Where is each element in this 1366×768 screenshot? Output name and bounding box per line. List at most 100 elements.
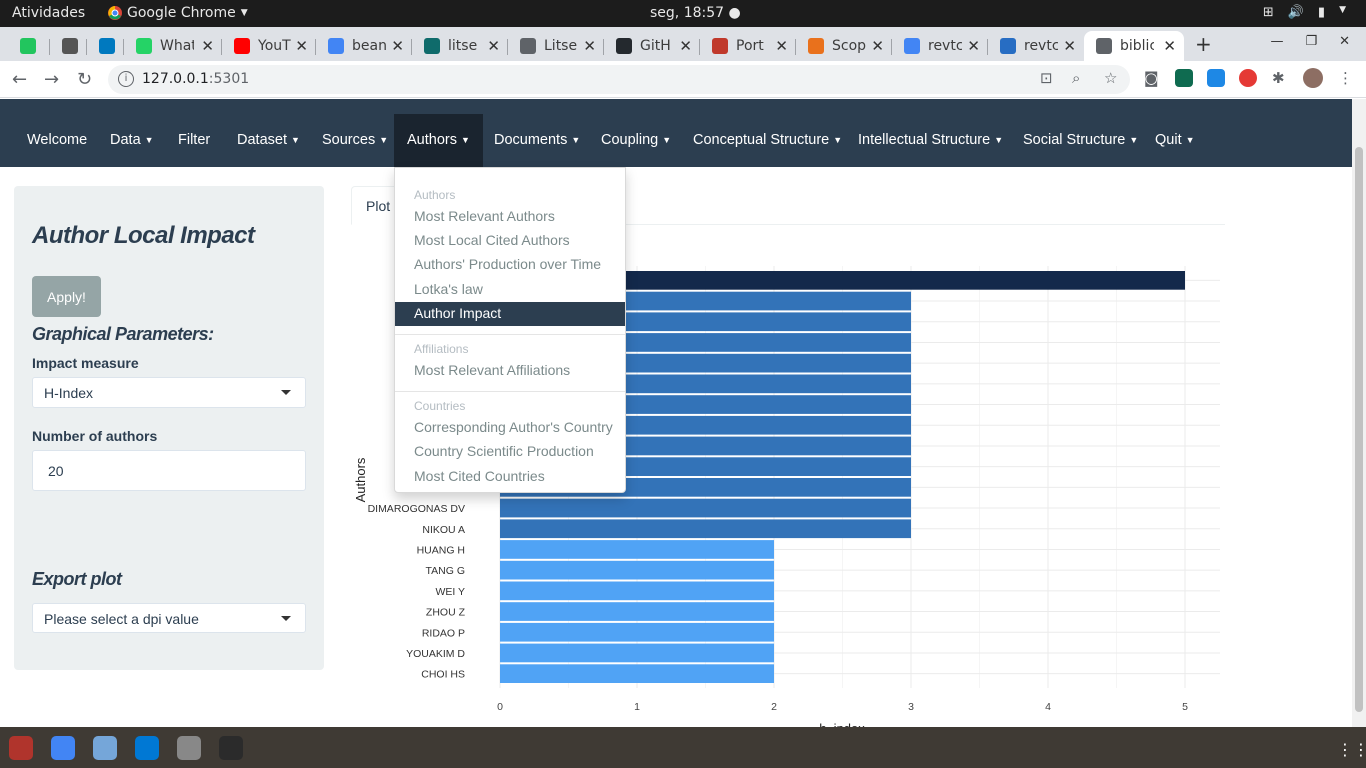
extension-stop-icon[interactable]: [1239, 69, 1257, 87]
app-menu[interactable]: Google Chrome ▼: [108, 5, 248, 21]
nav-dataset[interactable]: Dataset ▼: [237, 114, 300, 167]
menu-item[interactable]: Corresponding Author's Country: [395, 416, 625, 440]
nav-label: Coupling: [601, 132, 659, 148]
green-app-icon: [20, 38, 36, 54]
nav-label: Data: [110, 132, 141, 148]
close-tab-icon[interactable]: ✕: [295, 37, 308, 55]
browser-tab[interactable]: [50, 31, 87, 61]
terminal-icon[interactable]: [219, 736, 243, 760]
impact-measure-select[interactable]: H-Index: [32, 377, 306, 408]
forward-icon[interactable]: →: [44, 69, 59, 90]
menu-item[interactable]: Authors' Production over Time: [395, 253, 625, 277]
info-icon[interactable]: i: [118, 71, 134, 87]
rstudio-icon[interactable]: [93, 736, 117, 760]
translate-icon[interactable]: ⊡: [1040, 69, 1053, 87]
browser-tab[interactable]: YouT ✕: [222, 31, 316, 61]
nav-authors[interactable]: Authors ▼: [394, 114, 483, 167]
activities-button[interactable]: Atividades: [12, 5, 85, 21]
nav-welcome[interactable]: Welcome: [27, 114, 87, 167]
volume-icon: 🔊: [1287, 5, 1304, 20]
close-tab-icon[interactable]: ✕: [967, 37, 980, 55]
browser-tab[interactable]: GitH ✕: [604, 31, 700, 61]
browser-tab[interactable]: biblic ✕: [1084, 31, 1184, 61]
tab-title: litse: [448, 38, 478, 54]
nav-conceptual-structure[interactable]: Conceptual Structure ▼: [693, 114, 842, 167]
clock[interactable]: seg, 18:57 ●: [650, 5, 741, 21]
menu-header-affiliations: Affiliations: [414, 342, 469, 356]
browser-tab[interactable]: Litse ✕: [508, 31, 604, 61]
extension-green-icon[interactable]: [1175, 69, 1193, 87]
menu-item[interactable]: Most Local Cited Authors: [395, 229, 625, 253]
browser-tab[interactable]: revtc ✕: [892, 31, 988, 61]
nav-documents[interactable]: Documents ▼: [494, 114, 580, 167]
menu-item[interactable]: Most Relevant Authors: [395, 205, 625, 229]
system-tray[interactable]: ⊞ 🔊 ▮ ▼: [1263, 5, 1346, 20]
close-tab-icon[interactable]: ✕: [391, 37, 404, 55]
app-grid-icon[interactable]: ⋮⋮: [1337, 740, 1366, 759]
close-tab-icon[interactable]: ✕: [1163, 37, 1176, 55]
browser-tab[interactable]: revtc ✕: [988, 31, 1084, 61]
tab-title: Scop: [832, 38, 866, 54]
tab-title: Port: [736, 38, 764, 54]
files-icon[interactable]: [9, 736, 33, 760]
litsearch-icon: [424, 38, 440, 54]
close-tab-icon[interactable]: ✕: [775, 37, 788, 55]
menu-item[interactable]: Most Cited Countries: [395, 465, 625, 489]
browser-tab[interactable]: Scop ✕: [796, 31, 892, 61]
dpi-select[interactable]: Please select a dpi value: [32, 603, 306, 633]
menu-item[interactable]: Most Relevant Affiliations: [395, 359, 625, 383]
chrome-icon[interactable]: [51, 736, 75, 760]
tab-title: bean: [352, 38, 386, 54]
y-tick-label: NIKOU A: [422, 524, 465, 536]
browser-tab[interactable]: bean ✕: [316, 31, 412, 61]
close-tab-icon[interactable]: ✕: [583, 37, 596, 55]
browser-tab[interactable]: Port ✕: [700, 31, 796, 61]
close-tab-icon[interactable]: ✕: [871, 37, 884, 55]
bar: [500, 643, 774, 663]
maximize-icon[interactable]: ❐: [1305, 34, 1317, 49]
minimize-icon[interactable]: —: [1270, 34, 1283, 49]
authors-dropdown-menu: Authors Most Relevant Authors Most Local C…: [394, 167, 626, 493]
browser-tab[interactable]: litse ✕: [412, 31, 508, 61]
menu-item[interactable]: Lotka's law: [395, 278, 625, 302]
trello-icon: [99, 38, 115, 54]
y-tick-label: TANG G: [426, 565, 465, 577]
browser-tab[interactable]: What ✕: [124, 31, 222, 61]
address-bar[interactable]: i 127.0.0.1:5301: [108, 65, 1130, 94]
nav-data[interactable]: Data ▼: [110, 114, 154, 167]
back-icon[interactable]: ←: [12, 69, 27, 90]
profile-avatar[interactable]: [1303, 68, 1323, 88]
browser-tab[interactable]: [87, 31, 124, 61]
close-tab-icon[interactable]: ✕: [1063, 37, 1076, 55]
nav-intellectual-structure[interactable]: Intellectual Structure ▼: [858, 114, 1003, 167]
os-taskbar: [0, 727, 1366, 768]
camera-icon[interactable]: ◙: [1144, 69, 1159, 87]
close-tab-icon[interactable]: ✕: [201, 37, 214, 55]
nav-sources[interactable]: Sources ▼: [322, 114, 388, 167]
extension-blue-icon[interactable]: [1207, 69, 1225, 87]
menu-item[interactable]: Author Impact: [395, 302, 625, 326]
browser-tab[interactable]: [8, 31, 50, 61]
nav-social-structure[interactable]: Social Structure ▼: [1023, 114, 1138, 167]
reload-icon[interactable]: ↻: [77, 69, 92, 90]
scrollbar-thumb[interactable]: [1355, 147, 1363, 712]
bar: [500, 581, 774, 601]
nav-label: Sources: [322, 132, 376, 148]
close-tab-icon[interactable]: ✕: [679, 37, 692, 55]
nav-filter[interactable]: Filter: [178, 114, 210, 167]
image-viewer-icon[interactable]: [177, 736, 201, 760]
close-tab-icon[interactable]: ✕: [487, 37, 500, 55]
new-tab-button[interactable]: +: [1195, 32, 1212, 56]
zoom-icon[interactable]: ⌕: [1072, 69, 1080, 87]
menu-item[interactable]: Country Scientific Production: [395, 440, 625, 464]
nav-coupling[interactable]: Coupling ▼: [601, 114, 671, 167]
extensions-puzzle-icon[interactable]: ✱: [1272, 69, 1285, 87]
apply-button[interactable]: Apply!: [32, 276, 101, 317]
nav-quit[interactable]: Quit ▼: [1155, 114, 1195, 167]
bookmark-star-icon[interactable]: ☆: [1104, 69, 1117, 87]
close-icon[interactable]: ✕: [1339, 34, 1350, 49]
menu-kebab-icon[interactable]: ⋮: [1338, 69, 1353, 87]
number-of-authors-input[interactable]: 20: [32, 450, 306, 491]
vscode-icon[interactable]: [135, 736, 159, 760]
page-scrollbar[interactable]: [1352, 99, 1366, 727]
